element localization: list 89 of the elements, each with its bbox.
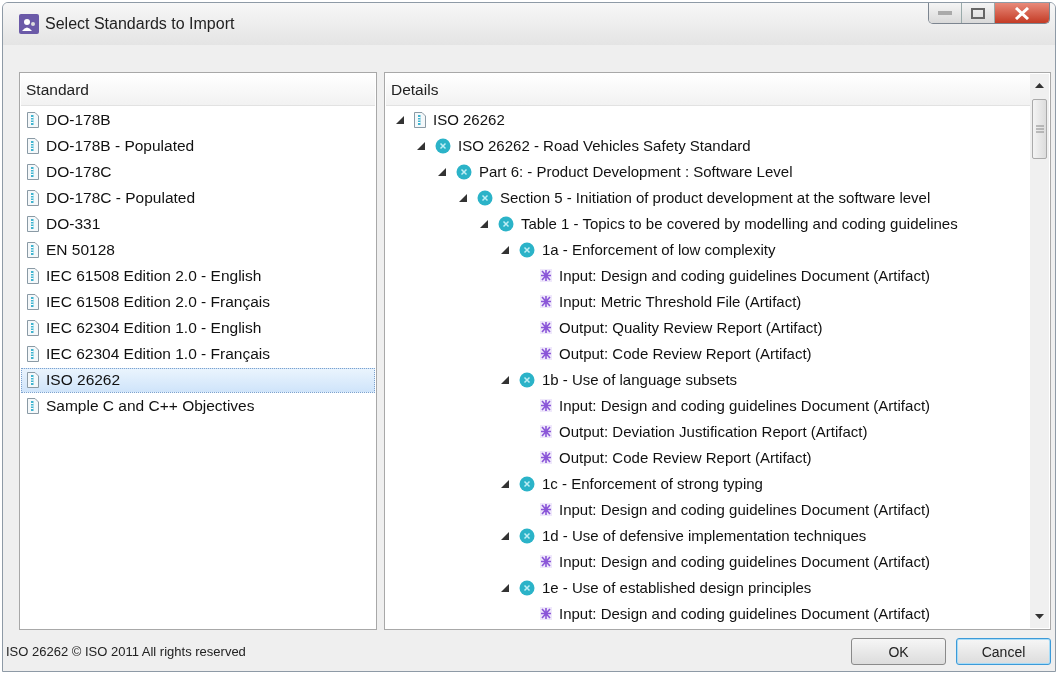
tree-item[interactable]: Output: Quality Review Report (Artifact): [386, 314, 1030, 341]
circle-x-icon: [456, 163, 472, 180]
artifact-icon: [540, 607, 552, 621]
tree-item[interactable]: Table 1 - Topics to be covered by modelling and coding guidelines: [386, 210, 1030, 237]
tree-item[interactable]: Input: Design and coding guidelines Document (Artifact): [386, 600, 1030, 627]
circle-x-icon: [519, 241, 535, 258]
artifact-icon: [540, 503, 552, 517]
expand-arrow-icon[interactable]: [459, 193, 467, 202]
document-icon: [414, 111, 426, 128]
grip-icon: [1035, 124, 1044, 133]
tree-item[interactable]: ISO 26262: [386, 106, 1030, 133]
artifact-icon: [540, 399, 552, 413]
artifact-icon: [540, 347, 552, 361]
close-icon: [1014, 6, 1030, 20]
artifact-icon: [540, 295, 552, 309]
document-icon: [27, 268, 39, 285]
circle-x-icon: [435, 137, 451, 154]
artifact-icon: [540, 451, 552, 465]
minimize-icon: [938, 11, 952, 15]
window-title: Select Standards to Import: [45, 14, 236, 33]
tree-item[interactable]: Input: Design and coding guidelines Document (Artifact): [386, 496, 1030, 523]
tree-item[interactable]: Output: Code Review Report (Artifact): [386, 444, 1030, 471]
circle-x-icon: [519, 579, 535, 596]
tree-item[interactable]: Input: Design and coding guidelines Document (Artifact): [386, 392, 1030, 419]
document-icon: [27, 346, 39, 363]
list-item[interactable]: ISO 26262: [21, 367, 375, 393]
expand-arrow-icon[interactable]: [501, 531, 509, 540]
vertical-scrollbar[interactable]: [1030, 73, 1049, 628]
list-item[interactable]: IEC 61508 Edition 2.0 - English: [21, 263, 375, 289]
expand-arrow-icon[interactable]: [501, 245, 509, 254]
tree-item[interactable]: Section 5 - Initiation of product development at the software level: [386, 184, 1030, 211]
expand-arrow-icon[interactable]: [480, 219, 488, 228]
list-item[interactable]: IEC 61508 Edition 2.0 - Français: [21, 289, 375, 315]
tree-item[interactable]: Part 6: - Product Development : Software Level: [386, 158, 1030, 185]
document-icon: [27, 112, 39, 129]
list-item[interactable]: IEC 62304 Edition 1.0 - Français: [21, 341, 375, 367]
ok-button[interactable]: OK: [851, 638, 946, 665]
artifact-icon: [540, 321, 552, 335]
list-item[interactable]: EN 50128: [21, 237, 375, 263]
tree-item[interactable]: Output: Code Review Report (Artifact): [386, 340, 1030, 367]
list-item[interactable]: DO-331: [21, 211, 375, 237]
list-item[interactable]: Sample C and C++ Objectives: [21, 393, 375, 419]
maximize-button[interactable]: [962, 3, 995, 23]
artifact-icon: [540, 269, 552, 283]
document-icon: [27, 216, 39, 233]
document-icon: [27, 138, 39, 155]
close-button[interactable]: [995, 3, 1049, 23]
document-icon: [27, 242, 39, 259]
tree-item[interactable]: Output: Deviation Justification Report (Artifact): [386, 418, 1030, 445]
cancel-button[interactable]: Cancel: [956, 638, 1051, 665]
circle-x-icon: [519, 371, 535, 388]
artifact-icon: [540, 425, 552, 439]
scroll-down-icon: [1035, 614, 1044, 619]
document-icon: [27, 398, 39, 415]
tree-item[interactable]: 1d - Use of defensive implementation techniques: [386, 522, 1030, 549]
tree-item[interactable]: 1c - Enforcement of strong typing: [386, 470, 1030, 497]
tree-item[interactable]: 1b - Use of language subsets: [386, 366, 1030, 393]
list-item[interactable]: DO-178C: [21, 159, 375, 185]
circle-x-icon: [498, 215, 514, 232]
list-item[interactable]: DO-178B: [21, 107, 375, 133]
expand-arrow-icon[interactable]: [438, 167, 446, 176]
expand-arrow-icon[interactable]: [501, 375, 509, 384]
document-icon: [27, 164, 39, 181]
circle-x-icon: [519, 527, 535, 544]
artifact-icon: [540, 555, 552, 569]
copyright-text: ISO 26262 © ISO 2011 All rights reserved: [6, 644, 247, 661]
tree-item[interactable]: Input: Design and coding guidelines Document (Artifact): [386, 548, 1030, 575]
tree-item[interactable]: ISO 26262 - Road Vehicles Safety Standard: [386, 132, 1030, 159]
expand-arrow-icon[interactable]: [501, 479, 509, 488]
document-icon: [27, 190, 39, 207]
expand-arrow-icon[interactable]: [501, 583, 509, 592]
document-icon: [27, 372, 39, 389]
scrollbar-thumb[interactable]: [1032, 98, 1047, 159]
tree-item[interactable]: Input: Design and coding guidelines Document (Artifact): [386, 262, 1030, 289]
tree-item[interactable]: Input: Metric Threshold File (Artifact): [386, 288, 1030, 315]
app-icon: [19, 13, 39, 34]
tree-item[interactable]: 1e - Use of established design principles: [386, 574, 1030, 601]
expand-arrow-icon[interactable]: [417, 141, 425, 150]
document-icon: [27, 294, 39, 311]
list-item[interactable]: DO-178B - Populated: [21, 133, 375, 159]
circle-x-icon: [477, 189, 493, 206]
tree-item[interactable]: 1a - Enforcement of low complexity: [386, 236, 1030, 263]
list-item[interactable]: IEC 62304 Edition 1.0 - English: [21, 315, 375, 341]
maximize-icon: [971, 7, 985, 19]
document-icon: [27, 320, 39, 337]
circle-x-icon: [519, 475, 535, 492]
expand-arrow-icon[interactable]: [396, 115, 404, 124]
scroll-up-icon: [1035, 82, 1044, 88]
list-item[interactable]: DO-178C - Populated: [21, 185, 375, 211]
